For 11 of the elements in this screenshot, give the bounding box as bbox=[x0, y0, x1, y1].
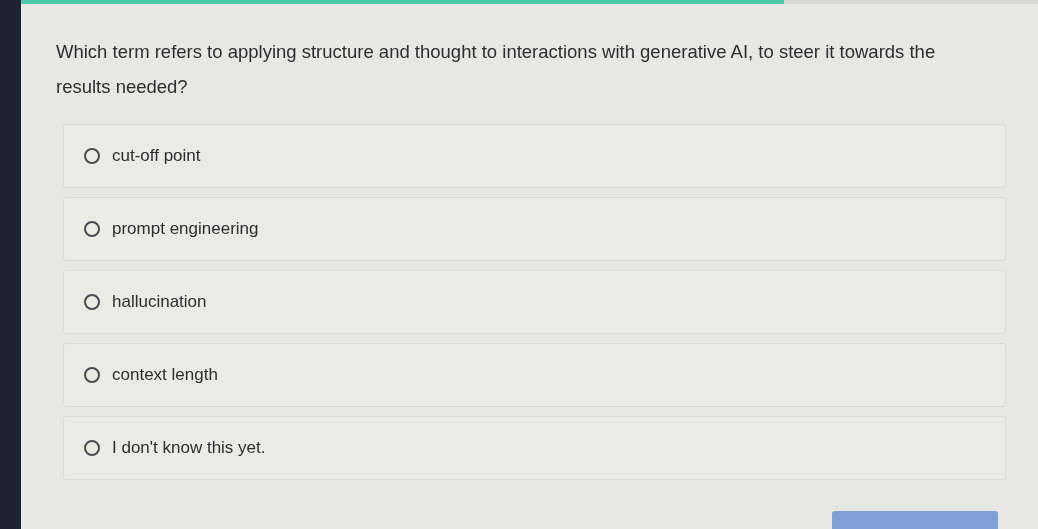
question-text: Which term refers to applying structure and thought to interactions with generative AI, to steer it towards the results needed? bbox=[56, 40, 937, 99]
radio-button[interactable] bbox=[84, 294, 100, 310]
answer-option[interactable]: I don't know this yet. bbox=[63, 416, 1006, 480]
answer-option[interactable]: hallucination bbox=[63, 270, 1006, 334]
answer-option[interactable]: cut-off point bbox=[63, 124, 1006, 188]
radio-button[interactable] bbox=[84, 367, 100, 383]
radio-button[interactable] bbox=[84, 440, 100, 456]
answer-option[interactable]: prompt engineering bbox=[63, 197, 1006, 261]
radio-button[interactable] bbox=[84, 221, 100, 237]
answer-option[interactable]: context length bbox=[63, 343, 1006, 407]
radio-button[interactable] bbox=[84, 148, 100, 164]
